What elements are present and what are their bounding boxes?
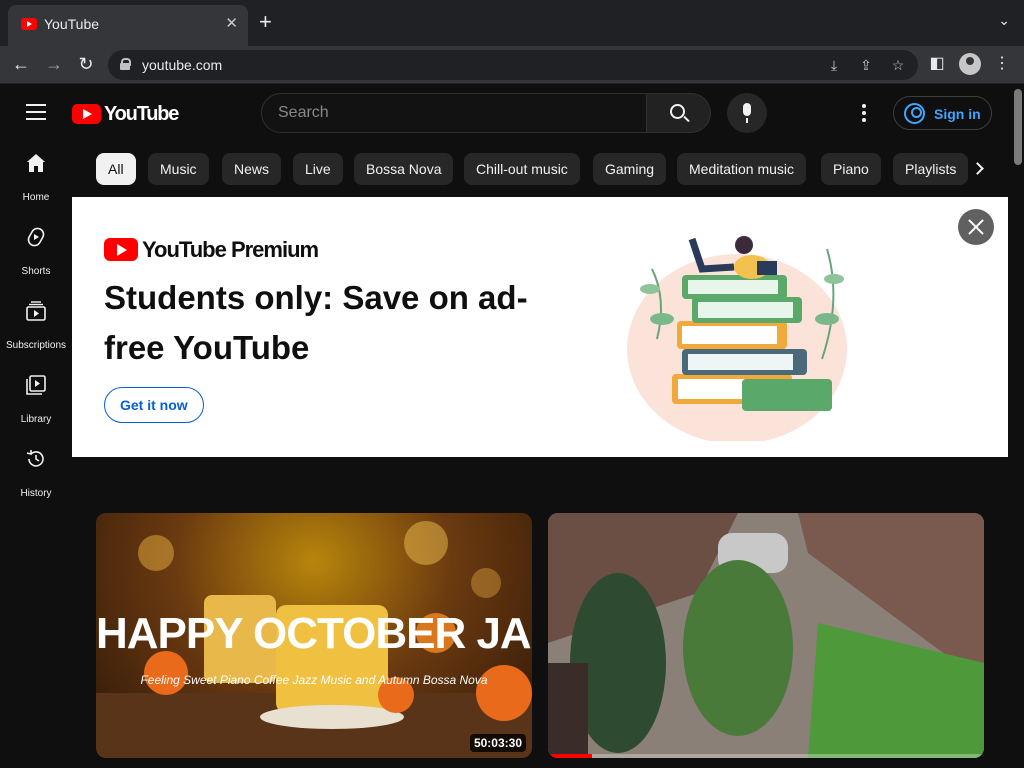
back-button[interactable]: ←	[9, 52, 33, 76]
sign-in-label: Sign in	[934, 106, 981, 122]
youtube-play-icon	[104, 238, 138, 261]
get-it-now-button[interactable]: Get it now	[104, 387, 204, 423]
guide-menu-icon[interactable]	[26, 104, 46, 120]
search-input[interactable]	[278, 102, 628, 124]
search-button[interactable]	[647, 93, 711, 133]
account-icon	[904, 103, 925, 124]
chip-all[interactable]: All	[96, 153, 136, 185]
home-icon	[27, 154, 45, 172]
guide-item-library[interactable]: Library	[0, 363, 72, 437]
student-books-illustration	[627, 236, 847, 441]
chip-chill-out-music[interactable]: Chill-out music	[464, 153, 580, 185]
chip-playlists[interactable]: Playlists	[893, 153, 969, 185]
sign-in-button[interactable]: Sign in	[893, 96, 992, 130]
share-icon[interactable]: ⇪	[857, 56, 875, 74]
chip-meditation-music[interactable]: Meditation music	[677, 153, 807, 185]
close-tab-icon[interactable]: ✕	[225, 14, 238, 32]
mini-guide: Home Shorts Subscriptions Library Histor…	[0, 141, 72, 768]
page-scrollbar[interactable]	[1012, 85, 1024, 768]
side-panel-icon[interactable]: ◧	[926, 53, 948, 75]
scrollbar-thumb[interactable]	[1014, 89, 1022, 165]
chips-next-arrow-icon[interactable]	[968, 159, 988, 179]
thumbnail-subtitle-text: Feeling Sweet Piano Coffee Jazz Music an…	[140, 673, 488, 687]
youtube-masthead: YouTube Sign in	[0, 85, 1012, 141]
guide-label: History	[20, 488, 52, 499]
search-box[interactable]	[261, 93, 647, 133]
chip-live[interactable]: Live	[293, 153, 343, 185]
forward-button[interactable]: →	[42, 52, 66, 76]
browser-menu-icon[interactable]: ⋮	[991, 53, 1013, 75]
chip-piano[interactable]: Piano	[821, 153, 881, 185]
tab-title: YouTube	[44, 16, 100, 32]
youtube-favicon-icon	[21, 18, 37, 30]
install-app-icon[interactable]: ⤓	[825, 56, 843, 74]
voice-search-button[interactable]	[727, 93, 767, 133]
chip-music[interactable]: Music	[148, 153, 209, 185]
microphone-icon	[743, 103, 751, 123]
history-icon	[26, 450, 44, 467]
garden-camera-scene-image	[548, 513, 984, 758]
search-icon	[670, 104, 685, 119]
video-thumbnail[interactable]: HAPPY OCTOBER JAZZ Feeling Sweet Piano C…	[96, 513, 532, 758]
browser-tab-bar: YouTube ✕ + ⌄	[0, 0, 1024, 46]
address-bar[interactable]: youtube.com ⤓ ⇪ ☆	[108, 50, 918, 80]
logo-text: YouTube	[104, 103, 179, 125]
guide-label: Shorts	[21, 266, 51, 277]
youtube-play-icon	[72, 104, 101, 124]
filter-chips-bar: All Music News Live Bossa Nova Chill-out…	[96, 153, 976, 185]
browser-tab[interactable]: YouTube ✕	[8, 5, 248, 46]
shorts-icon	[27, 227, 45, 247]
premium-logo-text: YouTube Premium	[142, 237, 319, 262]
browser-toolbar: ← → ↻ youtube.com ⤓ ⇪ ☆ ◧ ⋮	[0, 46, 1024, 84]
watched-progress-fill	[548, 754, 592, 758]
banner-close-button[interactable]	[958, 209, 994, 245]
subscriptions-icon	[26, 301, 46, 321]
guide-label: Home	[22, 192, 50, 203]
watched-progress-bar	[548, 754, 984, 758]
chip-gaming[interactable]: Gaming	[593, 153, 667, 185]
new-tab-button[interactable]: +	[259, 10, 272, 34]
chip-news[interactable]: News	[222, 153, 282, 185]
settings-more-icon[interactable]	[862, 104, 866, 122]
chip-bossa-nova[interactable]: Bossa Nova	[354, 153, 454, 185]
library-icon	[26, 375, 46, 395]
url-text[interactable]: youtube.com	[142, 57, 222, 73]
video-duration-badge: 50:03:30	[469, 734, 526, 752]
profile-avatar-icon[interactable]	[959, 53, 981, 75]
video-thumbnail[interactable]	[548, 513, 984, 758]
premium-promo-banner: YouTube Premium Students only: Save on a…	[72, 197, 1008, 457]
lock-icon[interactable]	[120, 58, 131, 70]
guide-item-history[interactable]: History	[0, 437, 72, 511]
guide-item-subscriptions[interactable]: Subscriptions	[0, 289, 72, 363]
thumbnail-title-text: HAPPY OCTOBER JAZZ	[96, 609, 532, 658]
banner-headline: Students only: Save on ad-free YouTube	[104, 279, 528, 366]
guide-label: Subscriptions	[5, 340, 67, 351]
guide-label: Library	[20, 414, 52, 425]
bookmark-star-icon[interactable]: ☆	[889, 56, 907, 74]
guide-item-home[interactable]: Home	[0, 141, 72, 215]
guide-item-shorts[interactable]: Shorts	[0, 215, 72, 289]
reload-button[interactable]: ↻	[74, 52, 98, 76]
tab-search-chevron-icon[interactable]: ⌄	[998, 12, 1010, 29]
